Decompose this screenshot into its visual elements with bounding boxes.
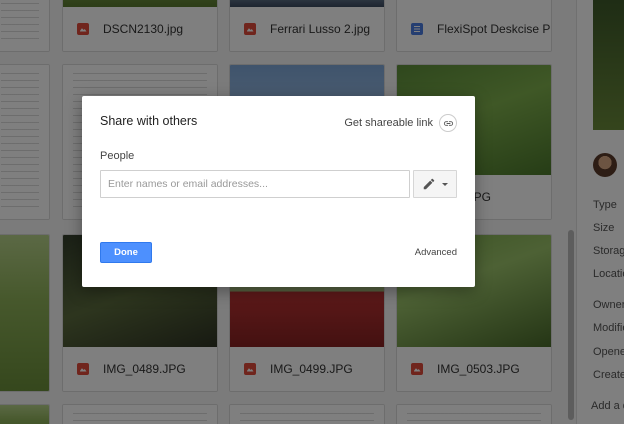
get-shareable-link-button[interactable]: Get shareable link [344, 114, 457, 132]
people-input[interactable] [100, 170, 410, 198]
people-label: People [100, 150, 135, 162]
permission-dropdown[interactable] [413, 170, 457, 198]
done-button[interactable]: Done [100, 242, 152, 263]
share-dialog: Share with others Get shareable link Peo… [82, 96, 475, 287]
caret-down-icon [442, 182, 448, 186]
shareable-link-label: Get shareable link [344, 117, 433, 129]
link-icon[interactable] [439, 114, 457, 132]
pencil-icon [423, 178, 435, 190]
advanced-link[interactable]: Advanced [415, 247, 457, 258]
dialog-title: Share with others [100, 114, 198, 128]
